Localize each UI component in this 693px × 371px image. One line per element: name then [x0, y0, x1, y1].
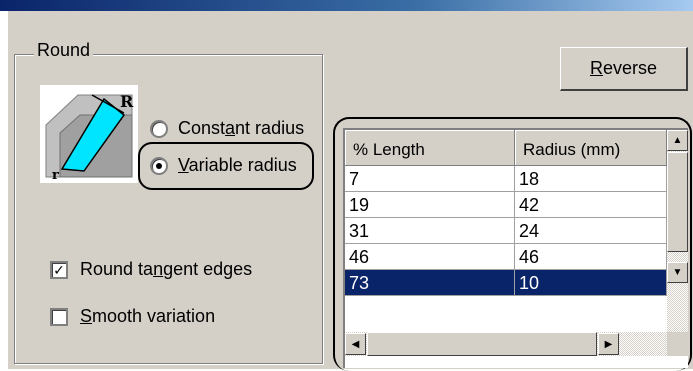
column-header-radius[interactable]: Radius (mm): [515, 130, 667, 166]
cell-length[interactable]: 46: [345, 244, 515, 270]
cell-length[interactable]: 7: [345, 166, 515, 192]
cell-radius[interactable]: 24: [515, 218, 667, 244]
variable-radius-label: Variable radius: [178, 155, 297, 175]
scroll-left-icon[interactable]: ◀: [345, 333, 366, 355]
cell-radius[interactable]: 18: [515, 166, 667, 192]
table-row[interactable]: 7 18: [345, 166, 667, 192]
scroll-right-icon[interactable]: ▶: [598, 333, 619, 355]
reverse-button[interactable]: Reverse: [560, 47, 688, 91]
horizontal-scroll-thumb[interactable]: [367, 332, 597, 356]
horizontal-scrollbar[interactable]: ◀ ▶: [345, 332, 667, 356]
round-group-title: Round: [34, 40, 94, 61]
radio-checked-icon[interactable]: [150, 156, 168, 175]
round-tangent-edges-checkbox[interactable]: ✓ Round tangent edges: [50, 259, 252, 280]
length-radius-table[interactable]: % Length Radius (mm) 7 18 19 42 31 24 46…: [343, 128, 688, 368]
reverse-button-label: Reverse: [589, 58, 658, 78]
checkbox-checked-icon[interactable]: ✓: [50, 260, 68, 279]
title-bar: [0, 0, 693, 11]
cell-radius[interactable]: 10: [515, 270, 667, 296]
table-row-selected[interactable]: 73 10: [345, 270, 667, 296]
column-header-length[interactable]: % Length: [345, 130, 515, 166]
constant-radius-radio[interactable]: Constant radius: [150, 118, 304, 139]
scroll-up-icon[interactable]: ▲: [667, 130, 688, 151]
icon-label-r: r: [52, 168, 59, 183]
vertical-scroll-thumb[interactable]: [667, 152, 688, 252]
constant-radius-label: Constant radius: [178, 118, 305, 138]
cell-radius[interactable]: 46: [515, 244, 667, 270]
scroll-down-icon[interactable]: ▼: [667, 262, 688, 283]
round-tangent-edges-label: Round tangent edges: [80, 259, 253, 279]
checkbox-unchecked-icon[interactable]: [50, 307, 68, 326]
cell-length[interactable]: 31: [345, 218, 515, 244]
radio-circle-icon[interactable]: [150, 119, 168, 138]
table-row[interactable]: 19 42: [345, 192, 667, 218]
cell-length[interactable]: 73: [345, 270, 515, 296]
vertical-scrollbar[interactable]: ▲ ▼: [667, 130, 688, 332]
table-row[interactable]: 31 24: [345, 218, 667, 244]
smooth-variation-checkbox[interactable]: Smooth variation: [50, 306, 215, 327]
cell-length[interactable]: 19: [345, 192, 515, 218]
cell-radius[interactable]: 42: [515, 192, 667, 218]
variable-radius-radio[interactable]: Variable radius: [150, 155, 297, 176]
round-variable-radius-icon: R r: [40, 85, 138, 183]
scrollbar-corner: [667, 332, 688, 356]
smooth-variation-label: Smooth variation: [80, 306, 216, 326]
icon-label-R: R: [120, 92, 134, 111]
table-row[interactable]: 46 46: [345, 244, 667, 270]
